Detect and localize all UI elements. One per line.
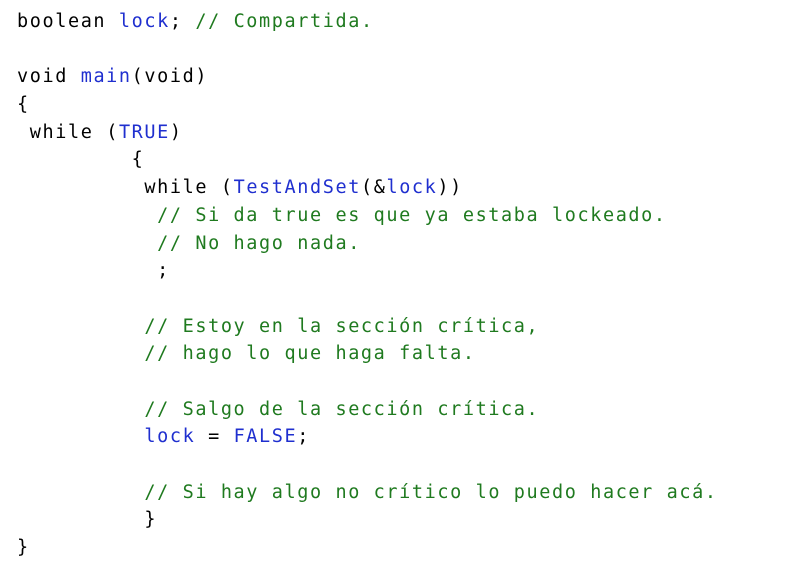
code-token: = [195,426,234,448]
code-line: ; [17,257,718,285]
code-identifier: lock [386,177,438,199]
code-line: { [17,146,718,174]
code-line: lock = FALSE; [17,423,718,451]
code-keyword: void [17,66,68,88]
code-line: void main(void) [17,63,718,91]
code-token: ( [208,177,234,199]
code-line: } [17,534,718,562]
code-token: } [144,509,158,531]
code-line: // Estoy en la sección crítica, [17,313,718,341]
code-line: // hago lo que haga falta. [17,340,718,368]
code-listing: boolean lock; // Compartida. void main(vo… [17,8,718,562]
code-token: } [17,537,30,559]
code-line: { [17,91,718,119]
code-comment: // Compartida. [195,11,374,32]
code-token: (& [360,177,387,199]
code-identifier: TestAndSet [233,177,361,199]
code-identifier: main [80,66,132,88]
code-identifier: lock [118,11,170,32]
code-line: // Si da true es que ya estaba lockeado. [17,202,718,230]
code-line: // Si hay algo no crítico lo puedo hacer… [17,479,718,507]
code-token: (void) [131,66,209,88]
code-keyword: while [29,121,94,143]
code-comment: // Si hay algo no crítico lo puedo hacer… [144,481,718,503]
code-keyword: while [144,177,209,199]
code-line: boolean lock; // Compartida. [17,8,718,36]
code-comment: // Salgo de la sección crítica. [144,398,540,420]
code-line: // No hago nada. [17,230,718,258]
code-token: ; [297,426,311,448]
code-identifier: lock [144,426,196,448]
code-identifier: FALSE [233,426,298,448]
code-line: while (TestAndSet(&lock)) [17,174,718,202]
code-keyword: boolean [17,11,107,32]
code-token: ; [169,11,196,32]
code-comment: // hago lo que haga falta. [144,343,476,365]
code-comment: // Estoy en la sección crítica, [144,315,540,337]
code-line: while (TRUE) [17,119,718,147]
code-identifier: TRUE [118,121,170,143]
code-token: { [131,149,145,171]
code-token: )) [437,177,463,199]
code-token: ( [93,121,119,143]
code-token: { [17,94,30,116]
code-line: } [17,506,718,534]
code-comment: // No hago nada. [157,232,361,254]
code-token: ) [169,121,183,143]
code-line: // Salgo de la sección crítica. [17,396,718,424]
code-token: ; [157,260,170,282]
code-comment: // Si da true es que ya estaba lockeado. [157,204,667,226]
